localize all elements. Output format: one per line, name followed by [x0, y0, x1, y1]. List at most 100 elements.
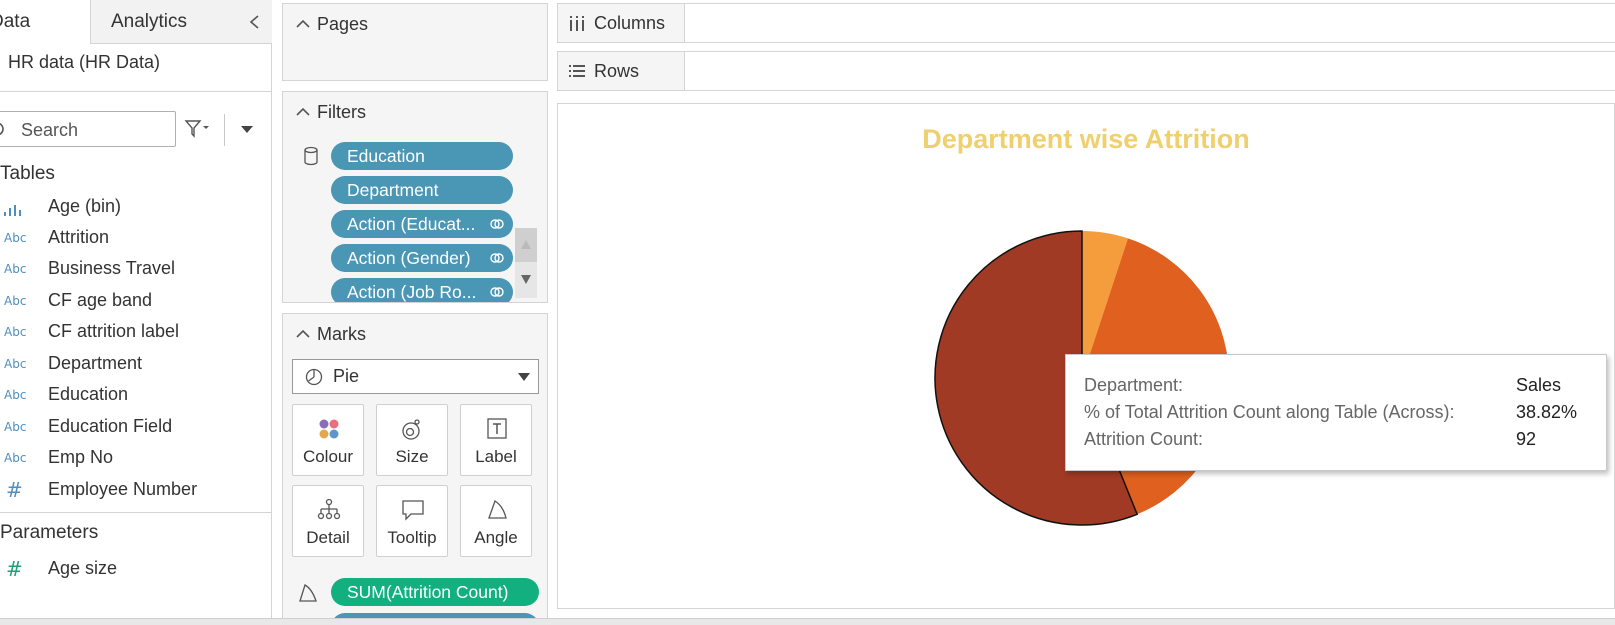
marks-angle-button[interactable]: Angle	[460, 485, 532, 557]
marks-button-label: Angle	[474, 528, 518, 547]
datasource-cylinder-icon	[304, 146, 318, 166]
string-type-icon: Abc	[4, 451, 27, 465]
tooltip: Department: Sales % of Total Attrition C…	[1065, 354, 1607, 471]
link-icon	[490, 219, 504, 229]
number-type-icon: #	[6, 478, 23, 502]
filters-title[interactable]: Filters	[295, 102, 366, 123]
viz-title: Department wise Attrition	[922, 124, 1250, 154]
tooltip-icon	[402, 500, 424, 521]
chevron-up-icon[interactable]	[295, 328, 311, 340]
field-item[interactable]: Abc Department	[0, 353, 270, 383]
size-icon	[402, 419, 420, 440]
parameter-label: Age size	[48, 558, 118, 578]
mark-type-dropdown[interactable]: Pie	[292, 359, 539, 394]
chevron-up-icon[interactable]	[295, 106, 311, 118]
marks-button-label: Size	[395, 447, 429, 466]
field-label: Education Field	[48, 416, 173, 436]
string-type-icon: Abc	[4, 231, 27, 245]
toolbar-separator	[224, 114, 225, 146]
field-label: Education	[48, 384, 129, 404]
marks-card[interactable]: Marks Pie Colour Size Label Detail Toolt…	[282, 313, 548, 623]
field-item[interactable]: Abc Education	[0, 384, 270, 414]
label-icon	[487, 418, 507, 439]
columns-icon	[570, 16, 584, 31]
field-label: CF age band	[48, 290, 153, 310]
chevron-up-icon[interactable]	[295, 18, 311, 30]
filter-pill-action-gender[interactable]: Action (Gender)	[331, 244, 513, 272]
tables-header: Tables	[0, 163, 55, 184]
search-box[interactable]	[0, 111, 176, 147]
string-type-icon: Abc	[4, 262, 27, 276]
tab-analytics[interactable]: Analytics	[91, 0, 272, 44]
number-type-icon: #	[6, 557, 23, 581]
divider	[0, 91, 271, 92]
field-label: Department	[48, 353, 143, 373]
scroll-down-icon[interactable]	[520, 274, 532, 286]
detail-icon	[317, 498, 341, 520]
field-item[interactable]: Abc Education Field	[0, 416, 270, 446]
search-input[interactable]	[21, 118, 171, 142]
columns-shelf[interactable]: Columns	[557, 3, 1615, 43]
marks-button-label: Colour	[302, 447, 354, 466]
field-label: Employee Number	[48, 479, 198, 499]
parameter-item[interactable]: # Age size	[0, 557, 270, 588]
marks-tooltip-button[interactable]: Tooltip	[376, 485, 448, 557]
marks-button-label: Tooltip	[387, 528, 437, 547]
tooltip-label: Attrition Count:	[1084, 429, 1204, 449]
filter-icon[interactable]	[184, 118, 214, 140]
marks-colour-button[interactable]: Colour	[292, 404, 364, 476]
rows-shelf-label: Rows	[558, 52, 685, 90]
sheet-tabs-bar[interactable]	[0, 618, 1615, 625]
marks-button-label: Detail	[306, 528, 350, 547]
field-item[interactable]: Abc Business Travel	[0, 258, 270, 288]
scroll-up-icon[interactable]	[520, 238, 532, 250]
field-label: Attrition	[48, 227, 110, 247]
marks-title[interactable]: Marks	[295, 324, 366, 345]
pages-shelf[interactable]: Pages	[282, 3, 548, 81]
colour-icon	[319, 419, 339, 439]
tooltip-value: Sales	[1516, 375, 1562, 395]
string-type-icon: Abc	[4, 420, 27, 434]
string-type-icon: Abc	[4, 388, 27, 402]
datasource-name[interactable]: HR data (HR Data)	[8, 52, 160, 73]
pie-mark-icon	[305, 368, 323, 386]
field-item[interactable]: Abc Emp No	[0, 447, 270, 477]
marks-button-label: Label	[475, 447, 517, 466]
field-label: CF attrition label	[48, 321, 180, 341]
field-label: Emp No	[48, 447, 114, 467]
collapse-pane-icon[interactable]	[246, 12, 264, 32]
field-item[interactable]: # Employee Number	[0, 478, 270, 509]
filter-pill-action-education[interactable]: Action (Educat...	[331, 210, 513, 238]
field-item[interactable]: Abc CF attrition label	[0, 321, 270, 351]
filters-shelf[interactable]: Filters Education Department Action (Edu…	[282, 91, 548, 303]
rows-shelf[interactable]: Rows	[557, 51, 1615, 91]
tab-data[interactable]: Data	[0, 0, 91, 44]
angle-icon	[299, 584, 317, 602]
parameters-header: Parameters	[0, 522, 99, 543]
viz-view[interactable]: Department wise Attrition Department: Sa…	[557, 103, 1615, 609]
filters-scrollbar[interactable]	[515, 228, 537, 298]
field-item[interactable]: Abc Attrition	[0, 227, 270, 257]
menu-dropdown-icon[interactable]	[240, 124, 254, 134]
pages-title[interactable]: Pages	[295, 14, 368, 35]
filter-pill-education[interactable]: Education	[331, 142, 513, 170]
filter-pill-action-job-role[interactable]: Action (Job Ro...	[331, 278, 513, 302]
string-type-icon: Abc	[4, 294, 27, 308]
marks-label-button[interactable]: Label	[460, 404, 532, 476]
string-type-icon: Abc	[4, 325, 27, 339]
field-label: Business Travel	[48, 258, 176, 278]
rows-icon	[569, 65, 585, 77]
marks-size-button[interactable]: Size	[376, 404, 448, 476]
tooltip-value: 38.82%	[1516, 402, 1578, 422]
angle-icon	[488, 500, 507, 519]
field-item[interactable]: Abc CF age band	[0, 290, 270, 320]
tooltip-value: 92	[1516, 429, 1537, 449]
filter-pill-department[interactable]: Department	[331, 176, 513, 204]
angle-pill-sum-attrition-count[interactable]: SUM(Attrition Count)	[331, 578, 539, 606]
search-icon	[0, 122, 4, 136]
string-type-icon: Abc	[4, 357, 27, 371]
marks-detail-button[interactable]: Detail	[292, 485, 364, 557]
field-item[interactable]: Age (bin)	[0, 196, 270, 226]
bin-dimension-icon	[4, 205, 21, 216]
divider	[0, 512, 271, 513]
